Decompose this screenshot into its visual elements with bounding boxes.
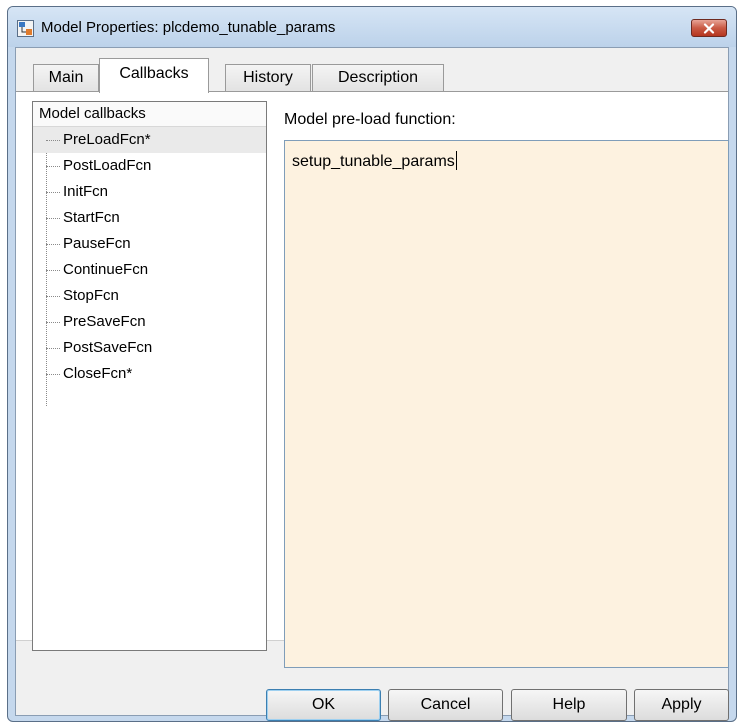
- tree-item-presavefcn[interactable]: PreSaveFcn: [33, 309, 266, 335]
- cancel-button[interactable]: Cancel: [388, 689, 503, 721]
- tree-item-preloadfcn[interactable]: PreLoadFcn*: [33, 127, 266, 153]
- window-title: Model Properties: plcdemo_tunable_params: [41, 19, 336, 36]
- dialog-window: Model Properties: plcdemo_tunable_params…: [7, 6, 737, 722]
- tree-item-continuefcn[interactable]: ContinueFcn: [33, 257, 266, 283]
- tree-item-closefcn[interactable]: CloseFcn*: [33, 361, 266, 387]
- tab-history[interactable]: History: [225, 64, 311, 92]
- close-button[interactable]: [691, 19, 727, 37]
- tab-main[interactable]: Main: [33, 64, 99, 92]
- model-properties-icon: [17, 20, 34, 37]
- tree-item-postloadfcn[interactable]: PostLoadFcn: [33, 153, 266, 179]
- tree-item-stopfcn[interactable]: StopFcn: [33, 283, 266, 309]
- tree-item-initfcn[interactable]: InitFcn: [33, 179, 266, 205]
- title-bar[interactable]: Model Properties: plcdemo_tunable_params: [8, 7, 736, 47]
- text-caret: [455, 151, 457, 170]
- callbacks-tree[interactable]: Model callbacks PreLoadFcn* PostLoadFcn …: [32, 101, 267, 651]
- help-button[interactable]: Help: [511, 689, 627, 721]
- tree-header: Model callbacks: [33, 102, 266, 127]
- tree-item-startfcn[interactable]: StartFcn: [33, 205, 266, 231]
- apply-button[interactable]: Apply: [634, 689, 729, 721]
- tab-callbacks[interactable]: Callbacks: [99, 58, 209, 93]
- tree-item-postsavefcn[interactable]: PostSaveFcn: [33, 335, 266, 361]
- close-icon: [703, 22, 715, 34]
- preload-function-editor[interactable]: setup_tunable_params: [284, 140, 729, 668]
- tab-description[interactable]: Description: [312, 64, 444, 92]
- tab-bar: Main Callbacks History Description: [16, 48, 728, 93]
- ok-button[interactable]: OK: [266, 689, 381, 721]
- editor-text: setup_tunable_params: [292, 153, 455, 170]
- editor-label: Model pre-load function:: [284, 111, 456, 128]
- tree-item-pausefcn[interactable]: PauseFcn: [33, 231, 266, 257]
